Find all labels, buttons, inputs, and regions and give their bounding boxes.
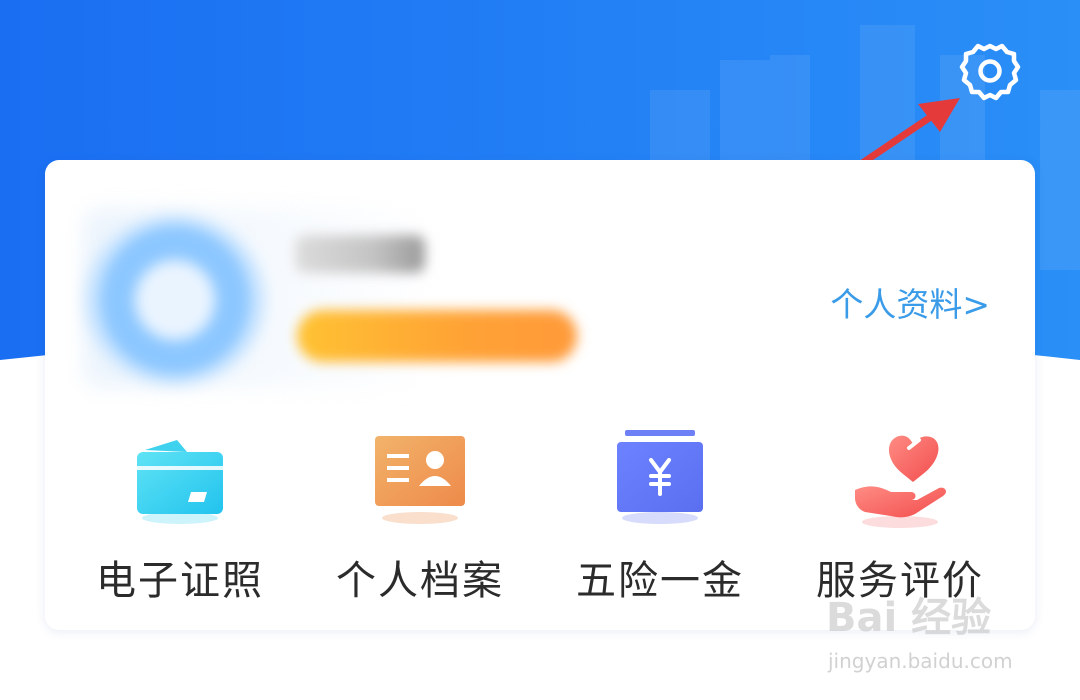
e-license-card-icon: [125, 430, 235, 530]
service-e-license[interactable]: 电子证照: [60, 430, 300, 610]
avatar[interactable]: [85, 215, 265, 385]
watermark-url: jingyan.baidu.com: [828, 649, 1013, 673]
service-personal-file[interactable]: 个人档案: [300, 430, 540, 610]
service-grid: 电子证照 个人档案 五险一金 服务评价: [45, 430, 1035, 610]
username-blurred: [295, 235, 425, 273]
service-label: 电子证照: [96, 558, 264, 604]
service-label: 个人档案: [336, 558, 504, 604]
service-insurance-fund[interactable]: 五险一金: [540, 430, 780, 610]
personal-info-link[interactable]: 个人资料>: [830, 278, 990, 326]
service-label: 五险一金: [576, 558, 744, 604]
personal-file-icon: [365, 430, 475, 530]
profile-card: 个人资料> 电子证照 个人档案 五险一金 服务评价: [45, 160, 1035, 630]
insurance-yuan-icon: [605, 430, 715, 530]
member-badge-blurred: [297, 310, 577, 362]
service-rating-heart-hand-icon: [845, 430, 955, 530]
service-rating[interactable]: 服务评价: [780, 430, 1020, 610]
settings-button[interactable]: [956, 40, 1024, 102]
gear-icon: [959, 43, 1021, 101]
watermark-brand: Bai 经验: [826, 595, 992, 641]
baidu-jingyan-watermark: Bai 经验 jingyan.baidu.com: [826, 585, 1026, 680]
